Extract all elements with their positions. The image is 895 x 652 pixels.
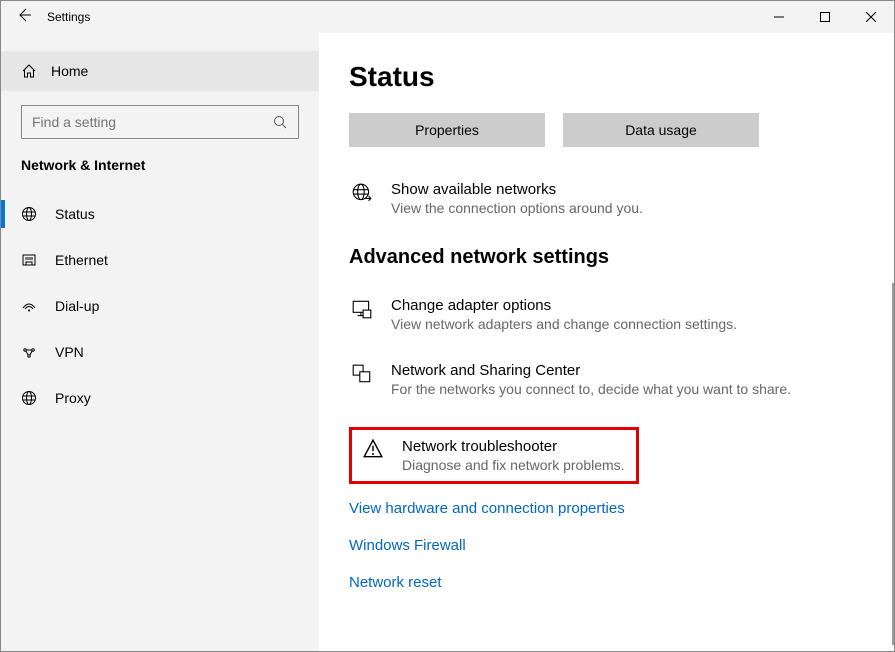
change-adapter-options[interactable]: Change adapter options View network adap… [349,297,864,332]
link-windows-firewall[interactable]: Windows Firewall [349,537,864,554]
warning-icon [362,438,384,463]
nav-label: Status [55,206,95,222]
dialup-icon [21,298,37,314]
maximize-button[interactable] [802,1,848,33]
globe-arrow-icon [351,181,373,203]
show-available-networks[interactable]: Show available networks View the connect… [349,181,864,216]
nav-label: VPN [55,344,84,360]
nav-vpn[interactable]: VPN [1,329,319,375]
properties-button[interactable]: Properties [349,113,545,147]
nav-status[interactable]: Status [1,191,319,237]
close-button[interactable] [848,1,894,33]
globe-icon [21,206,37,222]
item-title: Network troubleshooter [402,438,625,455]
data-usage-button[interactable]: Data usage [563,113,759,147]
home-icon [21,63,37,79]
item-subtitle: Diagnose and fix network problems. [402,457,625,473]
search-input[interactable] [21,105,299,139]
ethernet-icon [21,252,37,268]
link-hardware-properties[interactable]: View hardware and connection properties [349,500,864,517]
window-controls [756,1,894,33]
sharing-icon [351,362,373,384]
advanced-heading: Advanced network settings [349,246,864,269]
window-title: Settings [47,10,90,24]
nav-label: Proxy [55,390,91,406]
sidebar: Home Network & Internet Status Et [1,33,319,651]
network-troubleshooter[interactable]: Network troubleshooter Diagnose and fix … [349,427,639,484]
nav-label: Dial-up [55,298,99,314]
item-subtitle: View network adapters and change connect… [391,316,737,332]
category-heading: Network & Internet [1,157,319,185]
titlebar: Settings [1,1,894,33]
search-icon [273,105,287,139]
home-label: Home [51,63,88,79]
item-title: Change adapter options [391,297,737,314]
nav-ethernet[interactable]: Ethernet [1,237,319,283]
vpn-icon [21,344,37,360]
item-subtitle: For the networks you connect to, decide … [391,381,791,397]
home-nav[interactable]: Home [1,51,319,91]
item-subtitle: View the connection options around you. [391,200,643,216]
network-sharing-center[interactable]: Network and Sharing Center For the netwo… [349,362,864,397]
proxy-icon [21,390,37,406]
monitor-icon [351,297,373,319]
link-network-reset[interactable]: Network reset [349,574,864,591]
page-title: Status [349,61,864,93]
minimize-button[interactable] [756,1,802,33]
back-button[interactable] [1,7,47,28]
item-title: Network and Sharing Center [391,362,791,379]
nav-proxy[interactable]: Proxy [1,375,319,421]
nav-label: Ethernet [55,252,108,268]
nav-dialup[interactable]: Dial-up [1,283,319,329]
scrollbar[interactable] [892,283,894,645]
settings-window: Settings Home Network & Internet [0,0,895,652]
item-title: Show available networks [391,181,643,198]
main-panel: Status Properties Data usage Show availa… [319,33,894,651]
